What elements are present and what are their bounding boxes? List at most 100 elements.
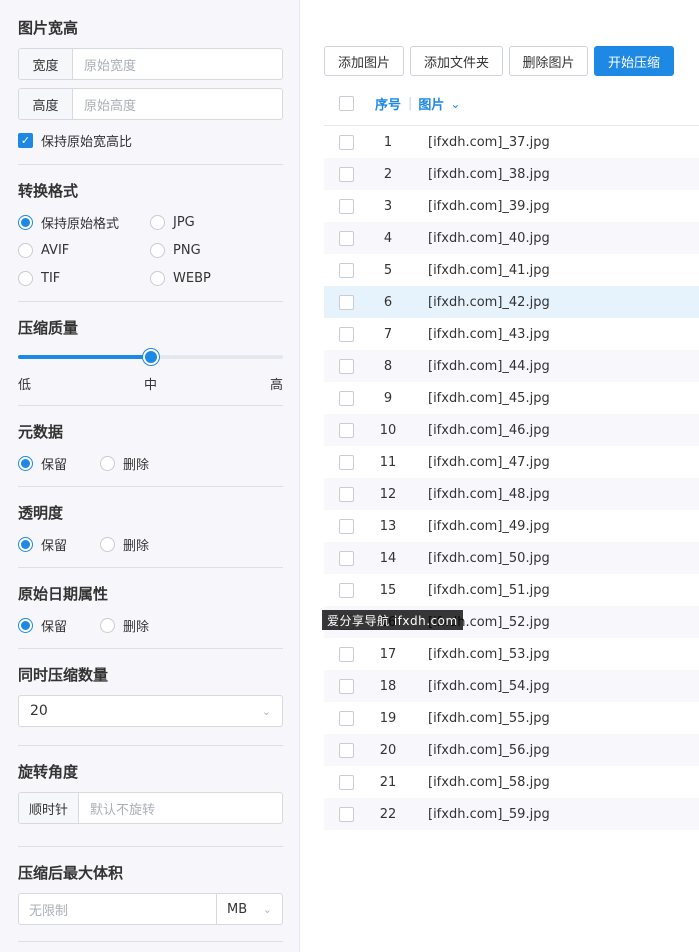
transparency-delete[interactable]: 删除 — [100, 533, 182, 555]
file-name: [ifxdh.com]_48.jpg — [428, 486, 550, 502]
table-row[interactable]: 8 [ifxdh.com]_44.jpg — [324, 350, 699, 382]
table-row[interactable]: 6 [ifxdh.com]_42.jpg — [324, 286, 699, 318]
table-row[interactable]: 10 [ifxdh.com]_46.jpg — [324, 414, 699, 446]
table-row[interactable]: 22 [ifxdh.com]_59.jpg — [324, 798, 699, 830]
table-row[interactable]: 7 [ifxdh.com]_43.jpg — [324, 318, 699, 350]
row-checkbox[interactable] — [338, 326, 354, 342]
metadata-section: 元数据 保留 删除 — [18, 406, 283, 487]
width-field[interactable]: 宽度 原始宽度 — [18, 48, 283, 80]
add-image-button[interactable]: 添加图片 — [324, 46, 404, 76]
row-checkbox[interactable] — [338, 486, 354, 502]
table-row[interactable]: 11 [ifxdh.com]_47.jpg — [324, 446, 699, 478]
file-name: [ifxdh.com]_50.jpg — [428, 550, 550, 566]
row-number: 8 — [383, 358, 393, 374]
radio-selected-icon[interactable] — [18, 617, 33, 633]
slider-handle[interactable] — [142, 349, 159, 365]
file-name: [ifxdh.com]_46.jpg — [428, 422, 550, 438]
table-row[interactable]: 19 [ifxdh.com]_55.jpg — [324, 702, 699, 734]
row-checkbox[interactable] — [338, 806, 354, 822]
radio-selected-icon[interactable] — [18, 214, 33, 230]
row-number: 1 — [383, 134, 393, 150]
radio-selected-icon[interactable] — [18, 536, 33, 552]
radio-icon[interactable] — [150, 242, 165, 258]
width-input[interactable]: 原始宽度 — [73, 49, 282, 79]
radio-icon[interactable] — [18, 242, 33, 258]
table-row[interactable]: 14 [ifxdh.com]_50.jpg — [324, 542, 699, 574]
radio-icon[interactable] — [100, 536, 115, 552]
start-compress-button[interactable]: 开始压缩 — [594, 46, 674, 76]
settings-sidebar: 图片宽高 宽度 原始宽度 高度 原始高度 ✓ 保持原始宽高比 转换格式 保持原始… — [0, 0, 300, 952]
row-checkbox[interactable] — [338, 454, 354, 470]
metadata-delete[interactable]: 删除 — [100, 452, 182, 474]
row-checkbox[interactable] — [338, 390, 354, 406]
row-checkbox[interactable] — [338, 294, 354, 310]
max-size-input[interactable]: 无限制 — [19, 894, 216, 924]
radio-icon[interactable] — [150, 214, 165, 230]
rotation-field[interactable]: 顺时针 默认不旋转 — [18, 792, 283, 824]
metadata-keep[interactable]: 保留 — [18, 452, 100, 474]
table-row[interactable]: 9 [ifxdh.com]_45.jpg — [324, 382, 699, 414]
format-option-avif[interactable]: AVIF — [18, 239, 150, 261]
row-checkbox[interactable] — [338, 230, 354, 246]
quality-slider[interactable] — [18, 348, 283, 366]
select-all-checkbox[interactable] — [338, 96, 354, 111]
radio-icon[interactable] — [100, 455, 115, 471]
table-row[interactable]: 4 [ifxdh.com]_40.jpg — [324, 222, 699, 254]
delete-image-button[interactable]: 删除图片 — [509, 46, 588, 76]
row-checkbox[interactable] — [338, 262, 354, 278]
height-field[interactable]: 高度 原始高度 — [18, 88, 283, 120]
format-option-jpg[interactable]: JPG — [150, 211, 270, 233]
format-option-tif[interactable]: TIF — [18, 267, 150, 289]
table-row[interactable]: 5 [ifxdh.com]_41.jpg — [324, 254, 699, 286]
table-row[interactable]: 13 [ifxdh.com]_49.jpg — [324, 510, 699, 542]
format-option-webp[interactable]: WEBP — [150, 267, 270, 289]
format-option-original[interactable]: 保持原始格式 — [18, 211, 150, 233]
table-row[interactable]: 17 [ifxdh.com]_53.jpg — [324, 638, 699, 670]
row-checkbox[interactable] — [338, 166, 354, 182]
height-input[interactable]: 原始高度 — [73, 89, 282, 119]
add-folder-button[interactable]: 添加文件夹 — [410, 46, 503, 76]
row-checkbox[interactable] — [338, 518, 354, 534]
table-row[interactable]: 3 [ifxdh.com]_39.jpg — [324, 190, 699, 222]
radio-label: 保持原始格式 — [41, 216, 120, 232]
keep-ratio-checkbox[interactable]: ✓ 保持原始宽高比 — [18, 128, 283, 152]
table-row[interactable]: 21 [ifxdh.com]_58.jpg — [324, 766, 699, 798]
radio-icon[interactable] — [18, 270, 33, 286]
row-checkbox[interactable] — [338, 646, 354, 662]
rotation-input[interactable]: 默认不旋转 — [79, 793, 282, 823]
row-checkbox[interactable] — [338, 742, 354, 758]
file-name: [ifxdh.com]_40.jpg — [428, 230, 550, 246]
date-attr-keep[interactable]: 保留 — [18, 614, 100, 636]
check-icon[interactable]: ✓ — [18, 132, 33, 148]
table-row[interactable]: 12 [ifxdh.com]_48.jpg — [324, 478, 699, 510]
col-no-header[interactable]: 序号 — [368, 94, 408, 113]
radio-selected-icon[interactable] — [18, 455, 33, 471]
table-row[interactable]: 20 [ifxdh.com]_56.jpg — [324, 734, 699, 766]
row-checkbox[interactable] — [338, 550, 354, 566]
concurrency-select[interactable]: 20 ⌄ — [18, 695, 283, 727]
row-checkbox[interactable] — [338, 134, 354, 150]
date-attr-delete[interactable]: 删除 — [100, 614, 182, 636]
col-name-header[interactable]: 图片 ⌄ — [412, 94, 460, 114]
radio-icon[interactable] — [150, 270, 165, 286]
row-checkbox[interactable] — [338, 358, 354, 374]
table-row[interactable]: 2 [ifxdh.com]_38.jpg — [324, 158, 699, 190]
row-checkbox[interactable] — [338, 774, 354, 790]
rotation-title: 旋转角度 — [18, 763, 79, 781]
table-body: 1 [ifxdh.com]_37.jpg 2 [ifxdh.com]_38.jpg 3 [… — [324, 126, 699, 830]
table-row[interactable]: 18 [ifxdh.com]_54.jpg — [324, 670, 699, 702]
format-option-png[interactable]: PNG — [150, 239, 270, 261]
row-number: 15 — [379, 582, 397, 598]
table-row[interactable]: 1 [ifxdh.com]_37.jpg — [324, 126, 699, 158]
unit-select[interactable]: MB ⌄ — [216, 894, 282, 924]
radio-icon[interactable] — [100, 617, 115, 633]
row-checkbox[interactable] — [338, 710, 354, 726]
row-checkbox[interactable] — [338, 678, 354, 694]
row-checkbox[interactable] — [338, 422, 354, 438]
max-size-field[interactable]: 无限制 MB ⌄ — [18, 893, 283, 925]
table-row[interactable]: 15 [ifxdh.com]_51.jpg — [324, 574, 699, 606]
row-checkbox[interactable] — [338, 582, 354, 598]
row-checkbox[interactable] — [338, 198, 354, 214]
date-attr-section: 原始日期属性 保留 删除 — [18, 568, 283, 649]
transparency-keep[interactable]: 保留 — [18, 533, 100, 555]
